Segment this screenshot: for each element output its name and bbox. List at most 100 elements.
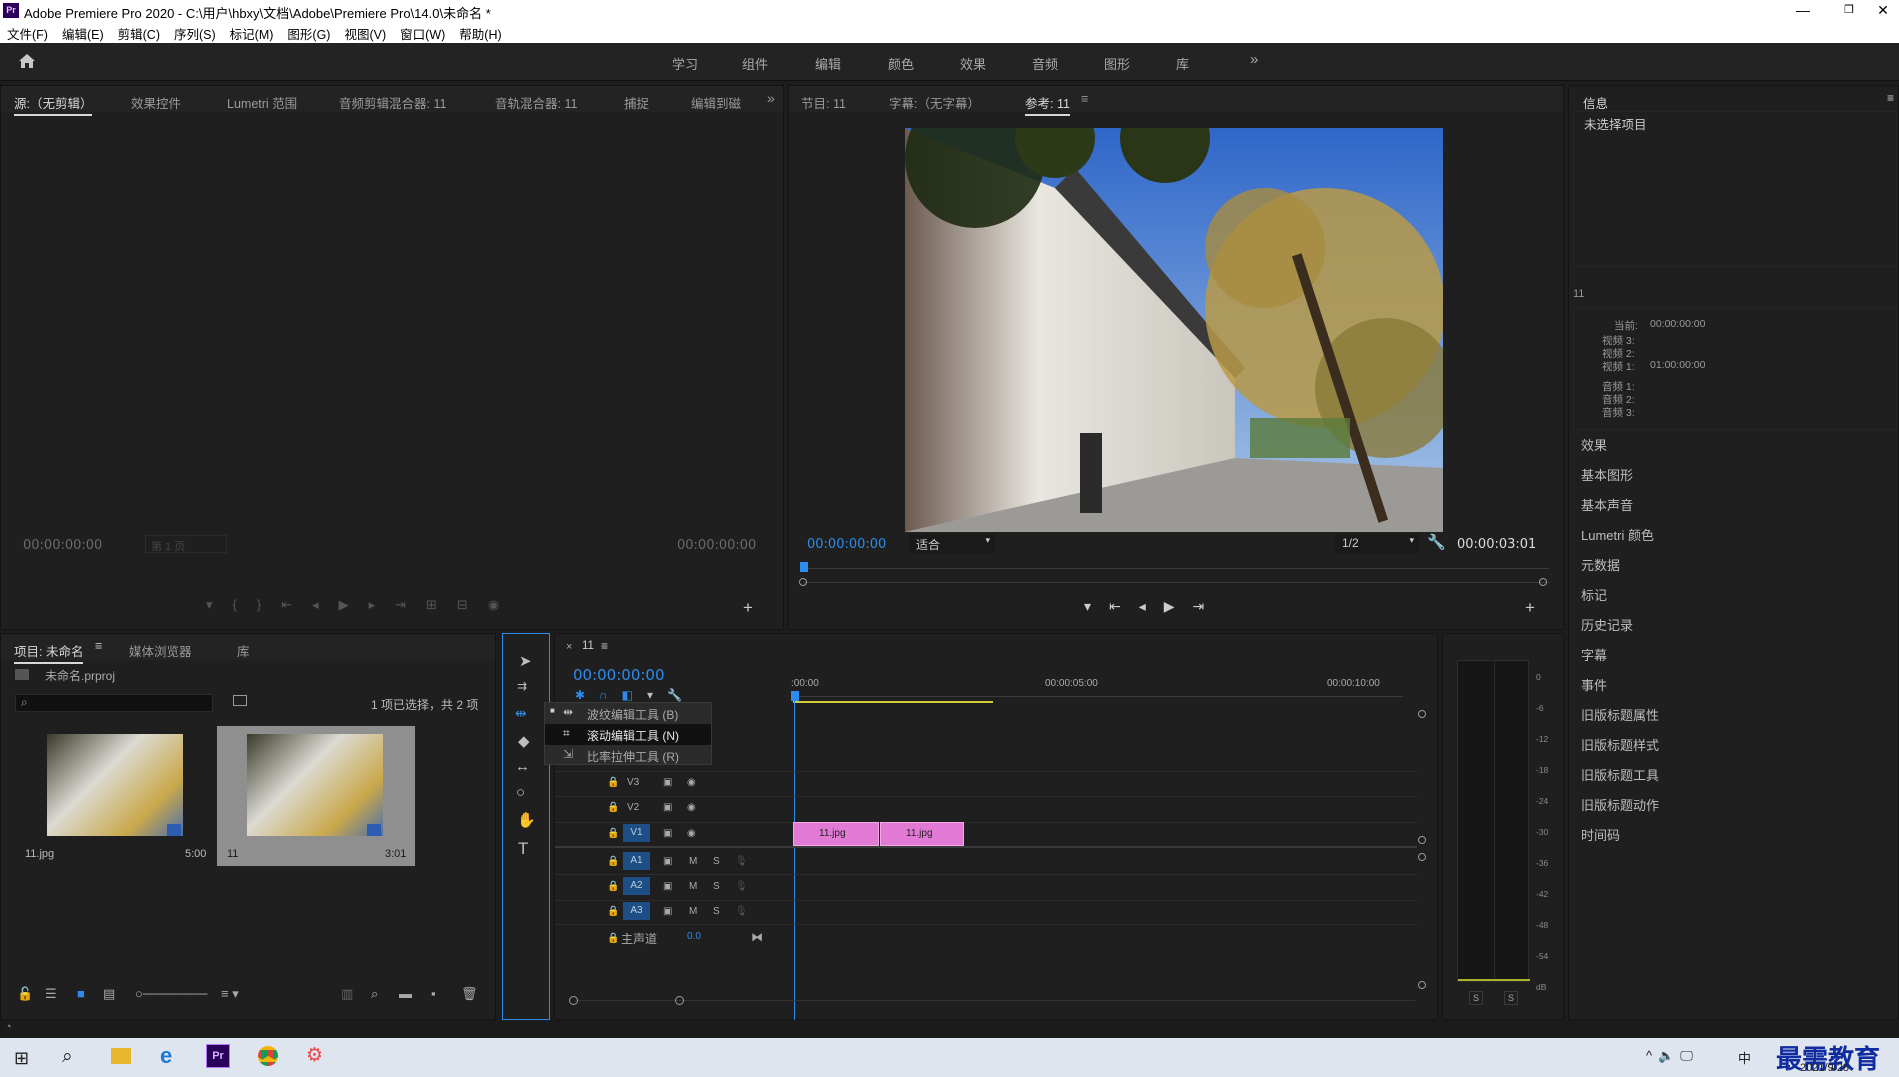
mic-icon[interactable]: 🎙 [735, 881, 748, 892]
toggle-sync-icon[interactable]: ▣ [663, 856, 672, 867]
timeline-playhead[interactable] [791, 691, 799, 701]
lock-track-icon[interactable]: 🔒 [607, 881, 619, 892]
freeform-view-icon[interactable]: ▤ [103, 986, 115, 1002]
project-search-input[interactable]: ⌕ [15, 694, 213, 712]
resolution-select[interactable]: 1/2 ▾ [1335, 534, 1419, 553]
workspace-effects[interactable]: 效果 [960, 54, 986, 73]
premiere-taskbar-icon[interactable]: Pr [206, 1044, 230, 1068]
toggle-sync-icon[interactable]: ▣ [663, 881, 672, 892]
chrome-icon[interactable] [258, 1046, 278, 1066]
new-item-icon[interactable]: ▪ [431, 986, 436, 1001]
h-scroll-handle-left[interactable] [569, 996, 578, 1005]
program-ruler[interactable] [803, 568, 1549, 569]
timeline-clip[interactable]: 11.jpg [880, 822, 964, 846]
tab-captions[interactable]: 字幕:（无字幕） [889, 93, 980, 112]
sequence-menu-icon[interactable]: ≡ [601, 639, 608, 653]
list-view-icon[interactable]: ☰ [45, 986, 57, 1002]
panel-legacy-title-tools[interactable]: 旧版标题工具 [1569, 761, 1899, 791]
flyout-ripple-edit[interactable]: ■ ⇹ 波纹编辑工具 (B) [545, 703, 711, 724]
selection-tool-icon[interactable]: ➤ [519, 652, 532, 670]
menu-window[interactable]: 窗口(W) [393, 22, 452, 43]
track-select-tool-icon[interactable]: ⇉ [517, 679, 527, 693]
mute-button[interactable]: M [689, 906, 697, 917]
timeline-toolbar[interactable]: ✱∩◧▾🔧 [575, 688, 696, 702]
more-tabs-icon[interactable]: » [767, 90, 775, 106]
trash-icon[interactable]: 🗑 [461, 986, 478, 1002]
time-ruler[interactable] [791, 696, 1403, 697]
solo-right-button[interactable]: S [1504, 991, 1518, 1005]
tab-project[interactable]: 项目: 未命名 [14, 641, 84, 664]
workspace-libraries[interactable]: 库 [1176, 54, 1189, 73]
workspace-editing[interactable]: 编辑 [815, 54, 841, 73]
sort-icon[interactable]: ≡ ▾ [221, 986, 239, 1002]
close-icon[interactable]: ✕ [1860, 0, 1899, 22]
project-item[interactable]: 11.jpg 5:00 [15, 726, 211, 866]
info-menu-icon[interactable]: ≡ [1887, 91, 1894, 105]
program-playhead[interactable] [800, 562, 808, 572]
edge-browser-icon[interactable]: e [160, 1043, 172, 1069]
flyout-rate-stretch[interactable]: ⇲ 比率拉伸工具 (R) [545, 745, 711, 766]
tab-capture[interactable]: 捕捉 [624, 93, 649, 112]
zoom-handle-right[interactable] [1539, 578, 1547, 586]
solo-left-button[interactable]: S [1469, 991, 1483, 1005]
lock-track-icon[interactable]: 🔒 [607, 906, 619, 917]
close-sequence-icon[interactable]: × [566, 641, 572, 653]
panel-markers[interactable]: 标记 [1569, 581, 1899, 611]
h-scroll-bar[interactable] [575, 1000, 1415, 1001]
go-to-end-icon[interactable]: ⧓ [751, 930, 763, 944]
page-select[interactable]: 第 1 页 [145, 535, 227, 553]
type-tool-icon[interactable]: T [518, 839, 528, 859]
menu-sequence[interactable]: 序列(S) [167, 22, 223, 43]
system-tray[interactable]: ^🔈🖵 [1646, 1048, 1699, 1064]
zoom-slider[interactable]: ○─────── [135, 986, 207, 1001]
panel-timecode[interactable]: 时间码 [1569, 821, 1899, 851]
project-menu-icon[interactable]: ≡ [95, 639, 102, 653]
timeline-clip[interactable]: 11.jpg [793, 822, 879, 846]
panel-history[interactable]: 历史记录 [1569, 611, 1899, 641]
zoom-handle-left[interactable] [799, 578, 807, 586]
menu-view[interactable]: 视图(V) [337, 22, 393, 43]
solo-button[interactable]: S [713, 881, 720, 892]
v-scroll-handle-mid[interactable] [1418, 836, 1426, 844]
find-icon[interactable]: ⌕ [371, 986, 378, 1002]
tab-reference[interactable]: 参考: 11 [1025, 93, 1070, 116]
track-name[interactable]: A2 [623, 877, 650, 895]
program-timecode[interactable]: 00:00:00:00 [807, 537, 886, 552]
taskbar-date[interactable]: 2021/9/28 [1800, 1062, 1849, 1074]
home-icon[interactable] [18, 53, 36, 69]
panel-metadata[interactable]: 元数据 [1569, 551, 1899, 581]
search-taskbar-icon[interactable]: ⌕ [62, 1046, 73, 1068]
solo-button[interactable]: S [713, 906, 720, 917]
toggle-sync-icon[interactable]: ▣ [663, 828, 672, 839]
mute-button[interactable]: M [689, 881, 697, 892]
lock-track-icon[interactable]: 🔒 [607, 777, 619, 788]
toggle-sync-icon[interactable]: ▣ [663, 802, 672, 813]
workspace-learn[interactable]: 学习 [672, 54, 698, 73]
lock-icon[interactable]: 🔓 [17, 986, 33, 1002]
v-scroll-handle-top[interactable] [1418, 710, 1426, 718]
ime-indicator[interactable]: 中 [1738, 1048, 1751, 1067]
tab-program[interactable]: 节目: 11 [801, 93, 846, 112]
slip-tool-icon[interactable]: ↔ [515, 758, 530, 775]
program-zoom-bar[interactable] [803, 582, 1549, 583]
tab-source[interactable]: 源:（无剪辑） [14, 93, 93, 116]
v-scroll-handle-bottom[interactable] [1418, 981, 1426, 989]
menu-help[interactable]: 帮助(H) [452, 22, 508, 43]
tab-audio-clip-mixer[interactable]: 音频剪辑混合器: 11 [339, 93, 446, 112]
fit-select[interactable]: 适合 ▾ [909, 534, 995, 553]
menu-file[interactable]: 文件(F) [0, 22, 55, 43]
work-area-bar[interactable] [793, 701, 993, 703]
toggle-sync-icon[interactable]: ▣ [663, 906, 672, 917]
project-item-selected[interactable]: 11 3:01 [217, 726, 415, 866]
automate-icon[interactable]: ▥ [341, 986, 353, 1002]
panel-essential-sound[interactable]: 基本声音 [1569, 491, 1899, 521]
tab-lumetri-scopes[interactable]: Lumetri 范围 [227, 93, 297, 112]
panel-essential-graphics[interactable]: 基本图形 [1569, 461, 1899, 491]
windows-start-icon[interactable]: ⊞ [14, 1048, 29, 1069]
file-explorer-icon[interactable] [111, 1048, 131, 1064]
hand-tool-icon[interactable]: ✋ [517, 811, 536, 829]
toggle-sync-icon[interactable]: ▣ [663, 777, 672, 788]
razor-tool-icon[interactable]: ◆ [518, 732, 530, 750]
source-transport-controls[interactable]: ▾{}⇤◂▶▸⇥⊞⊟◉ [206, 597, 519, 613]
workspace-assembly[interactable]: 组件 [742, 54, 768, 73]
